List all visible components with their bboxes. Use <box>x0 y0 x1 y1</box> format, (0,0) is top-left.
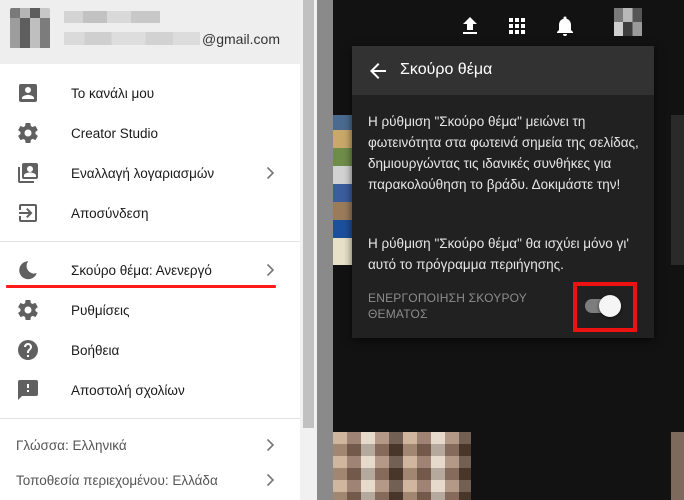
chevron-right-icon <box>266 438 275 452</box>
menu-item-label: Γλώσσα: Ελληνικά <box>16 437 127 453</box>
gear-icon <box>18 122 38 144</box>
menu-item-send-feedback[interactable]: Αποστολή σχολίων <box>0 370 300 410</box>
panel-note: Η ρύθμιση "Σκούρο θέμα" θα ισχύει μόνο γ… <box>368 236 629 272</box>
menu-item-my-channel[interactable]: Το κανάλι μου <box>0 73 300 113</box>
menu-item-location[interactable]: Τοποθεσία περιεχομένου: Ελλάδα <box>0 460 300 500</box>
menu-item-creator-studio[interactable]: Creator Studio <box>0 113 300 153</box>
video-thumbnail[interactable] <box>671 432 684 500</box>
divider <box>0 418 300 419</box>
menu-item-label: Τοποθεσία περιεχομένου: Ελλάδα <box>16 472 218 488</box>
menu-item-label: Σκούρο θέμα: Ανενεργό <box>71 262 212 278</box>
apps-icon[interactable] <box>505 14 529 38</box>
menu-item-label: Αποστολή σχολίων <box>71 382 185 398</box>
menu-item-language[interactable]: Γλώσσα: Ελληνικά <box>0 425 300 465</box>
panel-title: Σκούρο θέμα <box>400 61 493 78</box>
sign-out-icon <box>19 204 37 222</box>
switch-accounts-icon <box>18 163 38 183</box>
feedback-icon <box>18 380 38 400</box>
bell-icon[interactable] <box>553 14 577 38</box>
menu-item-label: Ρυθμίσεις <box>71 302 130 318</box>
video-thumbnail[interactable] <box>671 115 684 265</box>
account-email: @gmail.com <box>202 31 281 47</box>
avatar[interactable] <box>614 8 642 36</box>
highlight-underline <box>6 285 276 288</box>
scrollbar-thumb[interactable] <box>303 0 314 428</box>
video-thumbnail[interactable] <box>333 432 471 500</box>
avatar <box>10 8 50 48</box>
account-email-redacted <box>64 32 200 45</box>
chevron-right-icon <box>266 166 275 180</box>
help-icon <box>18 340 38 360</box>
moon-icon <box>19 261 37 280</box>
upload-icon[interactable] <box>458 14 482 38</box>
back-arrow-icon[interactable] <box>366 59 390 83</box>
video-thumbnail[interactable] <box>333 115 353 265</box>
divider <box>0 241 300 242</box>
panel-header: Σκούρο θέμα <box>352 46 654 95</box>
menu-item-sign-out[interactable]: Αποσύνδεση <box>0 193 300 233</box>
account-box-icon <box>19 84 37 102</box>
account-header[interactable]: @gmail.com <box>0 0 300 64</box>
menu-item-label: Βοήθεια <box>71 342 120 358</box>
chevron-right-icon <box>266 263 275 277</box>
panel-description: Η ρύθμιση "Σκούρο θέμα" μειώνει τη φωτει… <box>368 114 639 192</box>
toggle-label: ΕΝΕΡΓΟΠΟΙΗΣΗ ΣΚΟΥΡΟΥ ΘΕΜΑΤΟΣ <box>368 291 527 321</box>
toggle-knob[interactable] <box>599 295 621 317</box>
menu-item-dark-theme[interactable]: Σκούρο θέμα: Ανενεργό <box>0 250 300 290</box>
chevron-right-icon <box>266 473 275 487</box>
menu-item-label: Το κανάλι μου <box>71 85 155 101</box>
menu-item-label: Εναλλαγή λογαριασμών <box>71 165 215 181</box>
menu-item-label: Creator Studio <box>71 125 159 141</box>
menu-item-label: Αποσύνδεση <box>71 205 149 221</box>
menu-item-switch-account[interactable]: Εναλλαγή λογαριασμών <box>0 153 300 193</box>
menu-item-help[interactable]: Βοήθεια <box>0 330 300 370</box>
page-gutter <box>317 0 333 500</box>
account-name-redacted <box>64 11 160 23</box>
account-menu: @gmail.com Το κανάλι μου Creator Studio … <box>0 0 300 500</box>
menu-item-settings[interactable]: Ρυθμίσεις <box>0 290 300 330</box>
gear-icon <box>18 299 38 321</box>
